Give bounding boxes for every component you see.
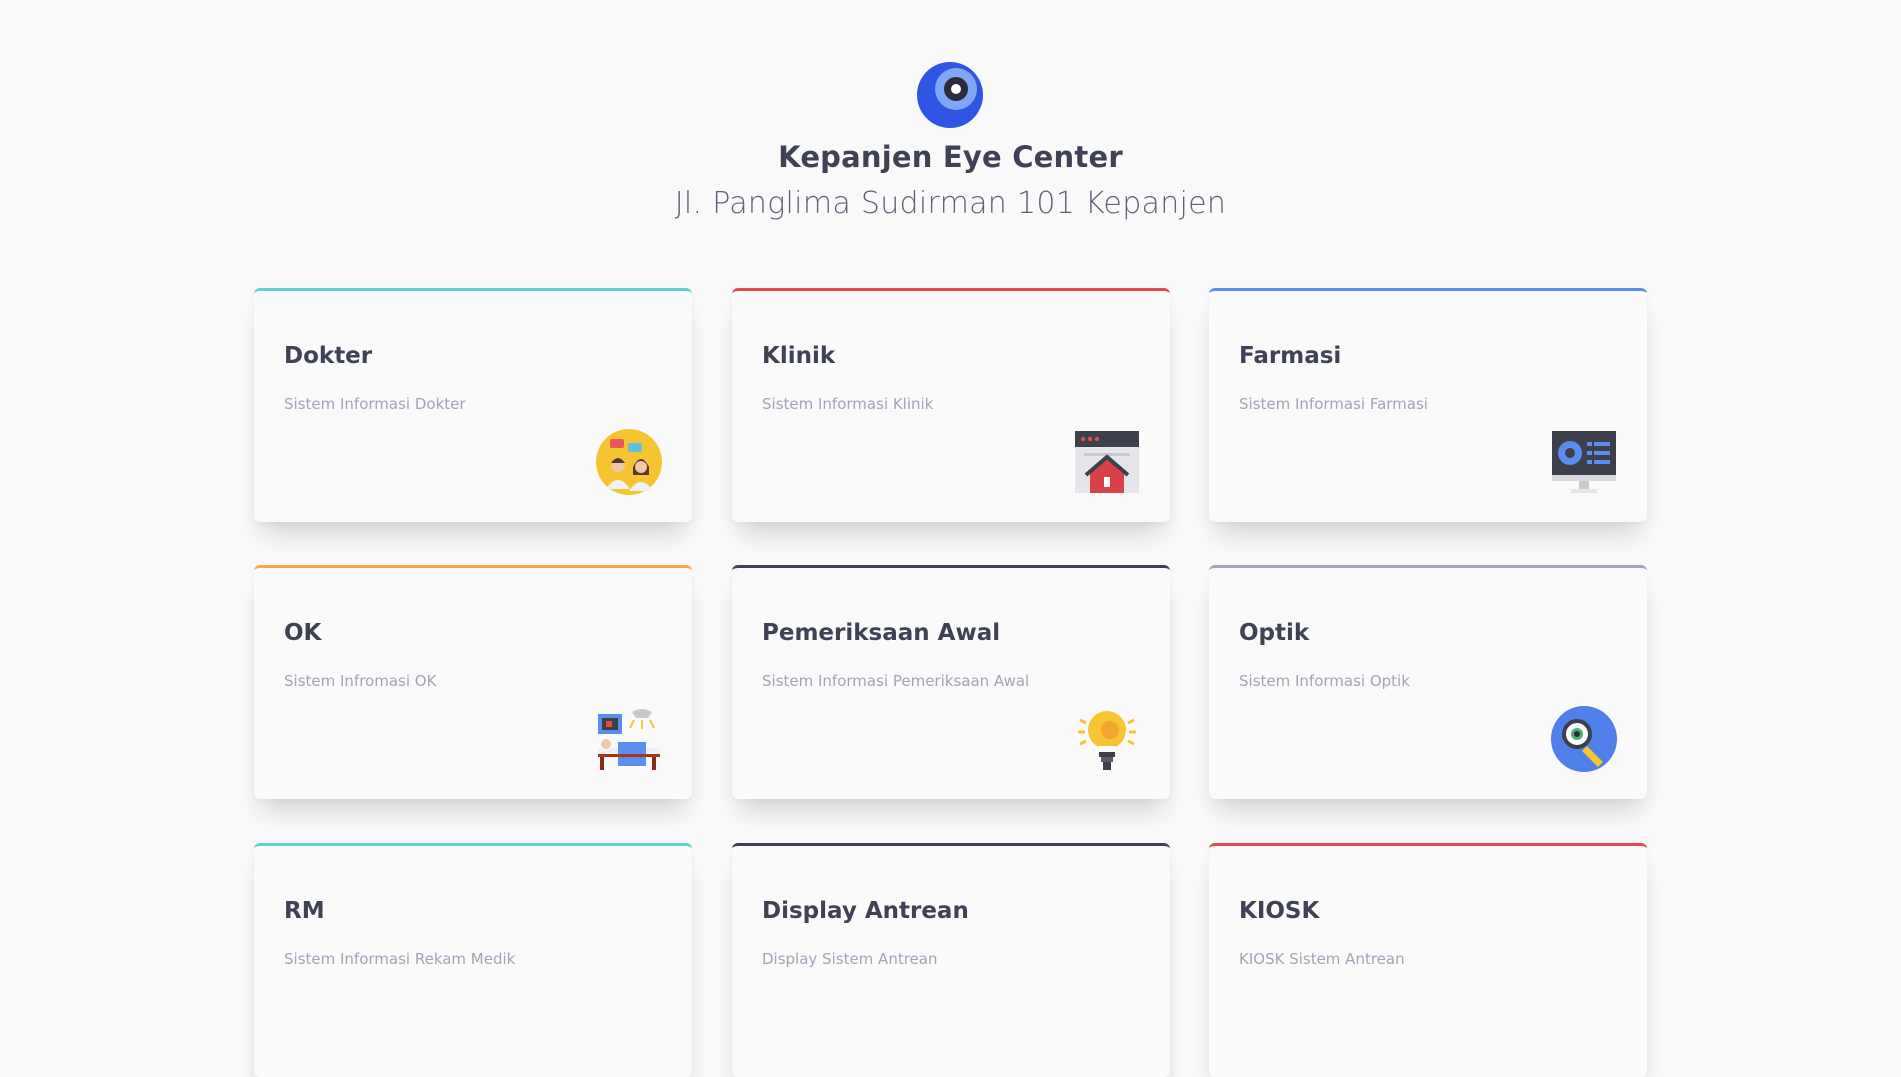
card-ok[interactable]: OK Sistem Infromasi OK xyxy=(254,565,692,799)
eye-logo-icon xyxy=(917,62,983,128)
card-subtitle: Sistem Informasi Klinik xyxy=(762,395,934,413)
card-optik[interactable]: Optik Sistem Informasi Optik xyxy=(1209,565,1647,799)
lightbulb-icon xyxy=(1074,706,1140,772)
card-title: Pemeriksaan Awal xyxy=(762,620,1001,646)
card-rm[interactable]: RM Sistem Informasi Rekam Medik xyxy=(254,843,692,1077)
card-subtitle: Display Sistem Antrean xyxy=(762,950,938,968)
eye-magnifier-icon xyxy=(1551,706,1617,772)
card-display-antrean[interactable]: Display Antrean Display Sistem Antrean xyxy=(732,843,1170,1077)
card-subtitle: Sistem Informasi Pemeriksaan Awal xyxy=(762,672,1030,690)
card-subtitle: Sistem Infromasi OK xyxy=(284,672,437,690)
card-title: OK xyxy=(284,620,322,646)
card-title: KIOSK xyxy=(1239,898,1320,924)
card-klinik[interactable]: Klinik Sistem Informasi Klinik xyxy=(732,288,1170,522)
card-title: Display Antrean xyxy=(762,898,969,924)
card-pemeriksaan-awal[interactable]: Pemeriksaan Awal Sistem Informasi Pemeri… xyxy=(732,565,1170,799)
card-title: RM xyxy=(284,898,325,924)
card-subtitle: KIOSK Sistem Antrean xyxy=(1239,950,1405,968)
card-subtitle: Sistem Informasi Dokter xyxy=(284,395,466,413)
monitor-icon xyxy=(1551,429,1617,495)
card-subtitle: Sistem Informasi Optik xyxy=(1239,672,1410,690)
card-farmasi[interactable]: Farmasi Sistem Informasi Farmasi xyxy=(1209,288,1647,522)
card-subtitle: Sistem Informasi Farmasi xyxy=(1239,395,1428,413)
card-dokter[interactable]: Dokter Sistem Informasi Dokter xyxy=(254,288,692,522)
doctors-icon xyxy=(596,429,662,495)
app-address: Jl. Panglima Sudirman 101 Kepanjen xyxy=(674,186,1227,221)
operating-room-icon xyxy=(596,706,662,772)
card-title: Optik xyxy=(1239,620,1310,646)
clinic-web-icon xyxy=(1074,429,1140,495)
card-title: Klinik xyxy=(762,343,836,369)
card-subtitle: Sistem Informasi Rekam Medik xyxy=(284,950,516,968)
card-title: Farmasi xyxy=(1239,343,1342,369)
app-title: Kepanjen Eye Center xyxy=(778,140,1123,174)
card-title: Dokter xyxy=(284,343,373,369)
card-kiosk[interactable]: KIOSK KIOSK Sistem Antrean xyxy=(1209,843,1647,1077)
